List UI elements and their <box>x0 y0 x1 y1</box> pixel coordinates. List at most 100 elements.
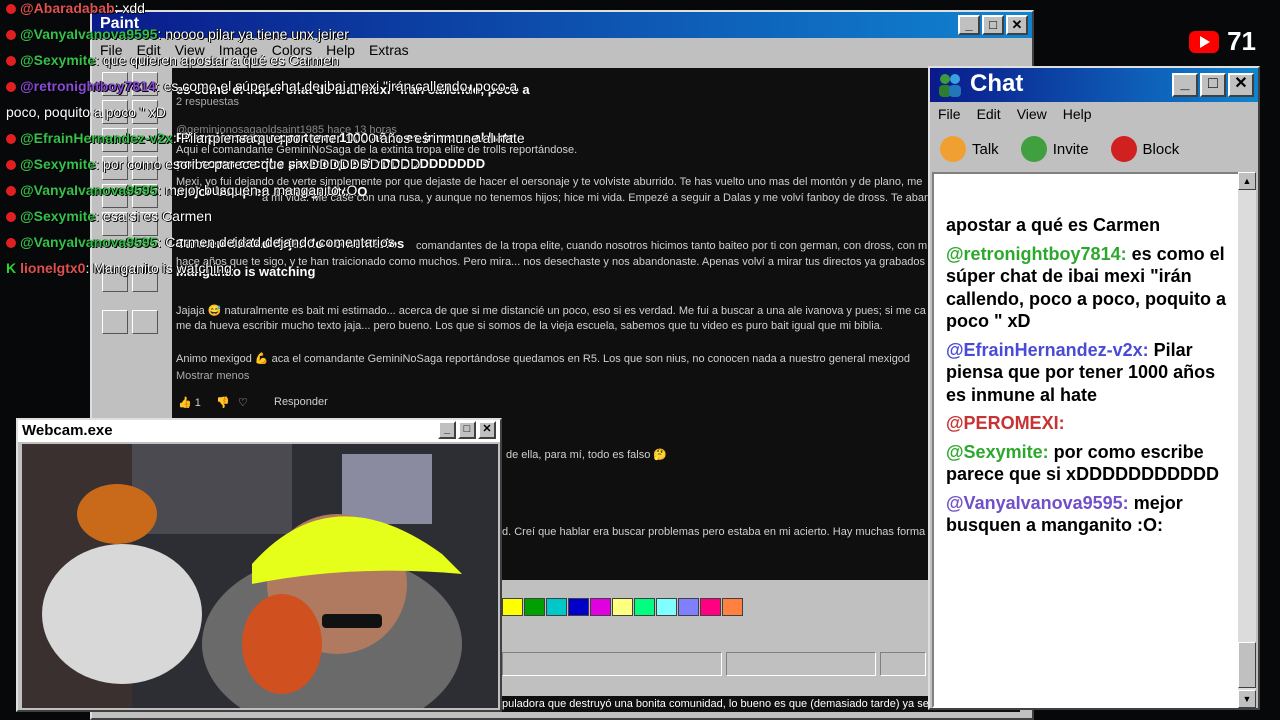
maximize-button[interactable]: □ <box>1200 73 1226 97</box>
chat-message: @VanyaIvanova9595: mejor busquen a manga… <box>946 492 1236 537</box>
overlay-message: : esa si es Carmen <box>95 208 212 224</box>
menu-file[interactable]: File <box>938 106 961 122</box>
overlay-chat-line: @VanyaIvanova9595: Carmen deidad dejando… <box>6 234 395 250</box>
chat-username: @retronightboy7814: <box>946 243 1127 264</box>
webcam-video <box>22 444 498 708</box>
dislike-icon[interactable]: 👎 <box>216 396 230 409</box>
canvas-text: de ella, para mí, todo es falso 🤔 <box>506 449 668 461</box>
overlay-username: @Sexymite <box>20 156 96 172</box>
scroll-up-icon[interactable]: ▲ <box>1238 172 1256 190</box>
overlay-chat-line: @Sexymite: que quieren apostar a qué es … <box>6 52 339 68</box>
palette-swatch[interactable] <box>590 598 611 616</box>
status-cell <box>502 652 722 676</box>
rounded-rect-tool[interactable] <box>132 310 158 334</box>
viewer-count: 71 <box>1189 26 1256 57</box>
overlay-chat-line: @retronightboy7814: es como el súper cha… <box>6 78 517 94</box>
minimize-button[interactable]: _ <box>1172 73 1198 97</box>
overlay-username: @Sexymite <box>20 52 96 68</box>
palette-swatch[interactable] <box>524 598 545 616</box>
scroll-down-icon[interactable]: ▼ <box>1238 690 1256 708</box>
live-icon <box>6 82 16 93</box>
overlay-message: : es como el súper chat de ibai mexi "ir… <box>155 78 518 94</box>
overlay-chat-line: Klionelgtx0: Manganito is watching <box>6 260 232 276</box>
palette-swatch[interactable] <box>568 598 589 616</box>
chat-message: apostar a qué es Carmen <box>946 214 1236 237</box>
chat-username: @VanyaIvanova9595: <box>946 492 1129 513</box>
menu-view[interactable]: View <box>1017 106 1047 122</box>
chat-message-text: apostar a qué es Carmen <box>946 215 1161 235</box>
chat-message: @Sexymite: por como escribe parece que s… <box>946 441 1236 486</box>
block-icon <box>1110 136 1137 162</box>
palette-swatch[interactable] <box>634 598 655 616</box>
webcam-window: Webcam.exe _ □ ✕ <box>16 418 502 712</box>
overlay-username: @EfrainHernandez-v2x <box>20 130 173 146</box>
overlay-message: : Pilar piensa que por tener 1000 años e… <box>172 130 525 146</box>
menu-help[interactable]: Help <box>1063 106 1092 122</box>
webcam-titlebar[interactable]: Webcam.exe _ □ ✕ <box>18 420 500 442</box>
people-icon <box>939 74 961 97</box>
palette-swatch[interactable] <box>546 598 567 616</box>
chat-username: @EfrainHernandez-v2x: <box>946 339 1149 360</box>
chat-title: Chat <box>970 70 1024 97</box>
reply-button[interactable]: Responder <box>274 396 328 408</box>
heart-icon[interactable]: ♡ <box>238 396 248 409</box>
palette-swatch[interactable] <box>722 598 743 616</box>
overlay-chat-line: @VanyaIvanova9595: noooo pilar ya tiene … <box>6 26 349 42</box>
like-icon[interactable]: 👍 <box>178 397 192 409</box>
chat-titlebar[interactable]: Chat _ □ ✕ <box>930 68 1258 102</box>
webcam-feed-image <box>22 444 498 708</box>
overlay-message: : noooo pilar ya tiene unx jeirer <box>157 26 349 42</box>
palette-swatch[interactable] <box>502 598 523 616</box>
scroll-thumb[interactable] <box>1238 642 1256 688</box>
overlay-username: @VanyaIvanova9595 <box>20 234 158 250</box>
status-cell <box>880 652 926 676</box>
overlay-chat-line: @VanyaIvanova9595: mejor busquen a manga… <box>6 182 357 198</box>
status-cell <box>726 652 876 676</box>
live-icon <box>6 160 16 171</box>
overlay-username: @VanyaIvanova9595 <box>20 182 158 198</box>
minimize-button[interactable]: _ <box>438 421 456 439</box>
overlay-chat-line: poco, poquito a poco " xD <box>6 104 166 120</box>
chat-username: @Sexymite: <box>946 441 1049 462</box>
overlay-message: : mejor busquen a manganito :O <box>157 182 358 198</box>
overlay-message: : Manganito is watching <box>85 260 232 276</box>
canvas-text: d. Creí que hablar era buscar problemas … <box>502 526 926 538</box>
palette-swatch[interactable] <box>612 598 633 616</box>
youtube-icon <box>1189 30 1220 53</box>
maximize-button[interactable]: □ <box>982 15 1004 35</box>
menu-edit[interactable]: Edit <box>977 106 1001 122</box>
viewer-count-value: 71 <box>1227 26 1256 56</box>
invite-label: Invite <box>1052 140 1089 158</box>
minimize-button[interactable]: _ <box>958 15 980 35</box>
palette-swatch[interactable] <box>678 598 699 616</box>
chat-scrollbar[interactable]: ▲ ▼ <box>1238 172 1256 708</box>
live-icon <box>6 4 16 15</box>
close-button[interactable]: ✕ <box>1228 73 1254 97</box>
palette-swatch[interactable] <box>656 598 677 616</box>
live-icon <box>6 56 16 67</box>
close-button[interactable]: ✕ <box>478 421 496 439</box>
chat-message: @EfrainHernandez-v2x: Pilar piensa que p… <box>946 339 1236 407</box>
chat-window: Chat _ □ ✕ File Edit View Help Talk Invi… <box>928 66 1260 710</box>
talk-button[interactable]: Talk <box>940 136 999 162</box>
chat-messages[interactable]: apostar a qué es Carmen @retronightboy781… <box>932 172 1240 708</box>
like-count: 👍 1 <box>178 396 201 409</box>
chat-menubar: File Edit View Help <box>930 102 1258 126</box>
overlay-username: lionelgtx0 <box>20 260 86 276</box>
maximize-button[interactable]: □ <box>458 421 476 439</box>
overlay-message: : xdd <box>114 0 145 16</box>
palette-swatch[interactable] <box>700 598 721 616</box>
stream-chat-overlay: @Abaradabab: xdd @VanyaIvanova9595: noooo… <box>0 0 620 290</box>
ellipse-tool[interactable] <box>102 310 128 334</box>
block-label: Block <box>1142 140 1180 158</box>
overlay-message: : Carmen deidad dejando comentarios <box>157 234 395 250</box>
block-button[interactable]: Block <box>1110 136 1180 162</box>
show-less-link[interactable]: Mostrar menos <box>176 370 249 382</box>
chat-message: @retronightboy7814: es como el súper cha… <box>946 243 1236 333</box>
overlay-chat-line: @Abaradabab: xdd <box>6 0 145 16</box>
close-button[interactable]: ✕ <box>1006 15 1028 35</box>
overlay-message: : que quieren apostar a qué es Carmen <box>95 52 339 68</box>
chat-message: @PEROMEXI: <box>946 412 1236 435</box>
invite-button[interactable]: Invite <box>1020 136 1089 162</box>
webcam-title: Webcam.exe <box>22 422 113 439</box>
